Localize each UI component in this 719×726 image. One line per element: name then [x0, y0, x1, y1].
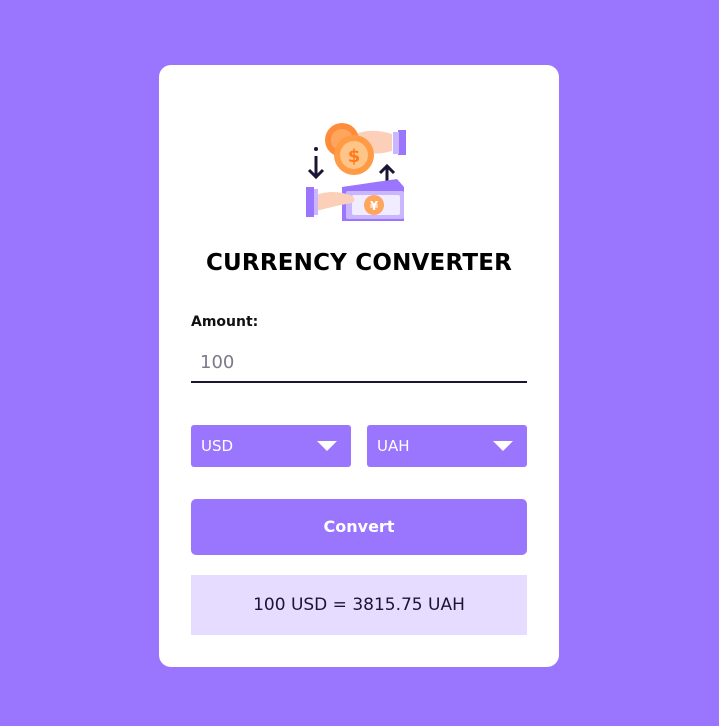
amount-input[interactable]	[191, 343, 527, 383]
chevron-down-icon	[493, 441, 513, 451]
to-currency-value: UAH	[377, 437, 410, 455]
page-title: CURRENCY CONVERTER	[205, 250, 513, 276]
svg-text:¥: ¥	[370, 199, 379, 213]
chevron-down-icon	[317, 441, 337, 451]
amount-label: Amount:	[191, 314, 259, 330]
currency-exchange-icon: $ ¥	[306, 123, 406, 221]
from-currency-value: USD	[201, 437, 234, 455]
conversion-result: 100 USD = 3815.75 UAH	[191, 575, 527, 635]
convert-button[interactable]: Convert	[191, 499, 527, 555]
converter-card: $ ¥ CURRENCY CONVERTER Amount: USD UAH C…	[159, 65, 559, 667]
svg-text:$: $	[348, 146, 361, 167]
from-currency-select[interactable]: USD	[191, 425, 351, 467]
to-currency-select[interactable]: UAH	[367, 425, 527, 467]
